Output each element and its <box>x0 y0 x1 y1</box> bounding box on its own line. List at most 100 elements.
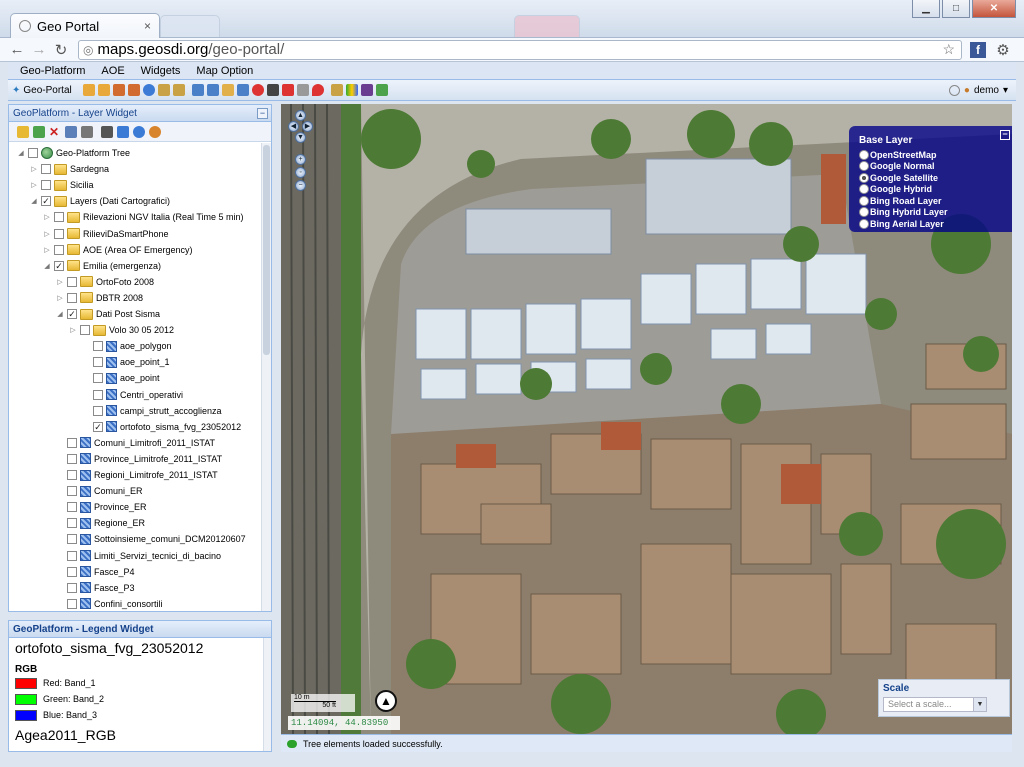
layer-checkbox[interactable]: ✓ <box>54 260 64 271</box>
tree-node[interactable]: ▷ RilieviDaSmartPhone <box>43 226 169 242</box>
radio-button[interactable] <box>859 184 869 195</box>
tree-node[interactable]: Centri_operativi <box>82 387 183 403</box>
export-layer-icon[interactable] <box>375 84 388 96</box>
menu-item-geo-platform[interactable]: Geo-Platform <box>12 65 93 77</box>
drag-feature-icon[interactable] <box>266 84 279 96</box>
pencil-icon[interactable] <box>330 84 343 96</box>
tree-node[interactable]: aoe_point <box>82 370 160 386</box>
tree-node[interactable]: campi_strutt_accoglienza <box>82 403 222 419</box>
modify-feature-icon[interactable] <box>236 84 249 96</box>
minimize-window-button[interactable]: ▁ <box>912 0 940 18</box>
tree-node[interactable]: ▷ DBTR 2008 <box>56 290 143 306</box>
zoom-previous-icon[interactable] <box>112 84 125 96</box>
search-layers-icon[interactable] <box>117 125 129 138</box>
refresh-icon[interactable] <box>133 125 145 138</box>
expand-toggle-icon[interactable]: ▷ <box>69 326 77 334</box>
radio-button[interactable] <box>859 207 869 218</box>
back-arrow-icon[interactable]: ← <box>6 41 28 58</box>
minimize-icon[interactable]: − <box>1000 130 1010 140</box>
geo-portal-button[interactable]: ✦ Geo-Portal <box>12 85 72 96</box>
scrollbar-thumb[interactable] <box>263 145 270 355</box>
layer-checkbox[interactable] <box>28 148 38 158</box>
tree-node[interactable]: ✓ ortofoto_sisma_fvg_23052012 <box>82 419 241 435</box>
draw-feature-icon[interactable] <box>191 84 204 96</box>
layer-checkbox[interactable] <box>67 486 77 497</box>
expand-toggle-icon[interactable]: ▷ <box>43 213 51 221</box>
expand-toggle-icon[interactable]: ▷ <box>30 165 38 173</box>
tree-node[interactable]: Province_ER <box>56 499 147 515</box>
layer-checkbox[interactable] <box>93 341 103 352</box>
expand-toggle-icon[interactable]: ◢ <box>30 197 38 205</box>
tree-node[interactable]: Comuni_ER <box>56 483 143 499</box>
browser-tab[interactable]: Geo Portal × <box>10 13 160 38</box>
layer-checkbox[interactable]: ✓ <box>93 421 103 432</box>
radio-button[interactable] <box>859 172 869 183</box>
base-layer-option[interactable]: OpenStreetMap <box>859 149 1012 161</box>
expand-toggle-icon[interactable]: ▷ <box>30 181 38 189</box>
tree-node[interactable]: ▷ Sardegna <box>30 161 109 177</box>
layer-properties-icon[interactable] <box>149 125 161 138</box>
layer-checkbox[interactable] <box>67 534 77 545</box>
radio-button[interactable] <box>859 149 869 160</box>
tree-node[interactable]: ▷ Sicilia <box>30 177 94 193</box>
layer-checkbox[interactable] <box>67 582 77 593</box>
radio-button[interactable] <box>859 218 869 229</box>
select-feature-icon[interactable] <box>221 84 234 96</box>
tree-node[interactable]: ▷ Volo 30 05 2012 <box>69 322 174 338</box>
layer-checkbox[interactable] <box>67 518 77 529</box>
pan-up-icon[interactable]: ▲ <box>295 110 306 121</box>
base-layer-option[interactable]: Google Satellite <box>859 172 1012 184</box>
print-icon[interactable] <box>81 125 93 138</box>
measure-icon[interactable] <box>157 84 170 96</box>
base-layer-option[interactable]: Google Hybrid <box>859 184 1012 196</box>
tree-node[interactable]: ▷ OrtoFoto 2008 <box>56 274 154 290</box>
expand-toggle-icon[interactable]: ◢ <box>17 149 25 157</box>
base-layer-option[interactable]: Bing Aerial Layer <box>859 218 1012 230</box>
tree-node[interactable]: ▷ Rilevazioni NGV Italia (Real Time 5 min… <box>43 209 244 225</box>
layer-checkbox[interactable] <box>93 405 103 416</box>
tree-node[interactable]: ◢ Geo-Platform Tree <box>17 145 130 161</box>
split-icon[interactable] <box>296 84 309 96</box>
zoom-next-icon[interactable] <box>127 84 140 96</box>
expand-toggle-icon[interactable]: ▷ <box>56 278 64 286</box>
layer-checkbox[interactable] <box>67 598 77 609</box>
layer-checkbox[interactable] <box>67 437 77 448</box>
info-icon[interactable] <box>142 84 155 96</box>
layer-checkbox[interactable] <box>67 502 77 513</box>
reshape-icon[interactable] <box>251 84 264 96</box>
tree-node[interactable]: ◢ ✓ Emilia (emergenza) <box>43 258 161 274</box>
tree-node[interactable]: Limiti_Servizi_tecnici_di_bacino <box>56 548 221 564</box>
chevron-down-icon[interactable]: ▼ <box>973 698 986 711</box>
layer-checkbox[interactable] <box>54 244 64 255</box>
layer-checkbox[interactable] <box>93 373 103 384</box>
geolocate-pin-icon[interactable] <box>311 84 324 96</box>
reload-icon[interactable]: ↻ <box>50 41 72 59</box>
layer-checkbox[interactable] <box>54 228 64 239</box>
zoom-in-icon[interactable]: + <box>295 154 306 165</box>
expand-toggle-icon[interactable]: ▷ <box>43 246 51 254</box>
layer-checkbox[interactable] <box>41 164 51 175</box>
background-tab[interactable] <box>160 15 220 37</box>
delete-icon[interactable]: ✕ <box>49 126 61 138</box>
collapse-icon[interactable]: − <box>257 108 268 119</box>
tree-node[interactable]: aoe_point_1 <box>82 354 170 370</box>
bookmark-star-icon[interactable]: ☆ <box>942 41 955 58</box>
measure-area-icon[interactable] <box>172 84 185 96</box>
yahoo-icon[interactable] <box>360 84 373 96</box>
pan-left-icon[interactable]: ◀ <box>288 121 299 132</box>
layer-checkbox[interactable] <box>80 325 90 336</box>
tree-node[interactable]: Regione_ER <box>56 515 145 531</box>
tree-node[interactable]: ◢ ✓ Dati Post Sisma <box>56 306 160 322</box>
save-icon[interactable] <box>65 125 77 138</box>
layer-checkbox[interactable] <box>67 470 77 480</box>
forward-arrow-icon[interactable]: → <box>28 41 50 58</box>
facebook-extension-icon[interactable]: f <box>970 41 986 58</box>
pan-down-icon[interactable]: ▼ <box>295 132 306 143</box>
zoom-in-icon[interactable] <box>82 84 95 96</box>
layer-checkbox[interactable]: ✓ <box>41 196 51 207</box>
tree-node[interactable]: aoe_polygon <box>82 338 172 354</box>
base-layer-option[interactable]: Bing Road Layer <box>859 195 1012 207</box>
wrench-menu-icon[interactable]: ⚙ <box>992 41 1014 59</box>
scale-select[interactable]: Select a scale... ▼ <box>883 697 987 712</box>
edit-feature-icon[interactable] <box>206 84 219 96</box>
